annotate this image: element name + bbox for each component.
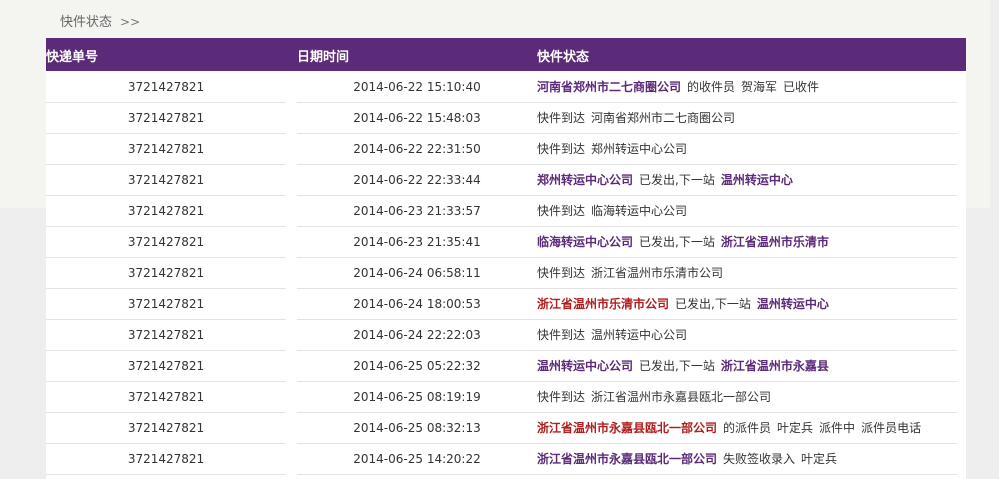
- event-datetime: 2014-06-22 22:31:50: [297, 134, 537, 165]
- event-status: 郑州转运中心公司 已发出,下一站 温州转运中心: [537, 165, 957, 196]
- event-datetime: 2014-06-25 08:19:19: [297, 382, 537, 413]
- status-text: 浙江省温州市永嘉县瓯北一部公司: [591, 390, 772, 404]
- status-text: 的收件员: [687, 80, 736, 94]
- status-location: 温州转运中心: [720, 173, 793, 187]
- event-status: 快件到达 温州转运中心公司: [537, 320, 957, 351]
- event-status: 快件到达 临海转运中心公司: [537, 196, 957, 227]
- status-text: 叶定兵: [801, 452, 838, 466]
- table-row: 3721427821 2014-06-22 15:10:40 河南省郑州市二七商圈公…: [46, 72, 966, 103]
- header-datetime: 日期时间: [297, 50, 350, 65]
- status-location: 浙江省温州市永嘉县: [720, 359, 829, 373]
- tracking-number: 3721427821: [46, 382, 286, 413]
- tracking-number: 3721427821: [46, 289, 286, 320]
- tracking-number: 3721427821: [46, 351, 286, 382]
- event-status: 浙江省温州市永嘉县瓯北一部公司 的派件员 叶定兵 派件中 派件员电话: [537, 413, 957, 444]
- table-row: 3721427821 2014-06-22 22:31:50 快件到达 郑州转运中心公…: [46, 134, 966, 165]
- status-text: 已收件: [783, 80, 820, 94]
- status-text: 派件员电话: [861, 421, 922, 435]
- tracking-number: 3721427821: [46, 196, 286, 227]
- header-status: 快件状态: [537, 50, 590, 65]
- event-datetime: 2014-06-23 21:33:57: [297, 196, 537, 227]
- table-row: 3721427821 2014-06-25 05:22:32 温州转运中心公司 已发出…: [46, 351, 966, 382]
- tracking-number: 3721427821: [46, 258, 286, 289]
- event-datetime: 2014-06-23 21:35:41: [297, 227, 537, 258]
- status-text: 派件中: [819, 421, 856, 435]
- table-row: 3721427821 2014-06-22 15:48:03 快件到达 河南省郑州市二…: [46, 103, 966, 134]
- tracking-number: 3721427821: [46, 320, 286, 351]
- status-location: 临海转运中心公司: [537, 235, 634, 249]
- status-text: 快件到达: [537, 390, 586, 404]
- status-location: 温州转运中心: [756, 297, 829, 311]
- event-status: 河南省郑州市二七商圈公司 的收件员 贺海军 已收件: [537, 72, 957, 103]
- table-row: 3721427821 2014-06-22 22:33:44 郑州转运中心公司 已发出…: [46, 165, 966, 196]
- table-row: 3721427821 2014-06-23 21:35:41 临海转运中心公司 已发出…: [46, 227, 966, 258]
- event-status: 浙江省温州市乐清市公司 已发出,下一站 温州转运中心: [537, 289, 957, 320]
- status-text: 的派件员: [723, 421, 772, 435]
- event-datetime: 2014-06-22 22:33:44: [297, 165, 537, 196]
- status-text: 快件到达: [537, 204, 586, 218]
- status-text: 快件到达: [537, 266, 586, 280]
- event-datetime: 2014-06-25 05:22:32: [297, 351, 537, 382]
- event-status: 浙江省温州市永嘉县瓯北一部公司 失败签收录入 叶定兵: [537, 444, 957, 475]
- status-text: 河南省郑州市二七商圈公司: [591, 111, 736, 125]
- status-text: 温州转运中心公司: [591, 328, 688, 342]
- event-datetime: 2014-06-24 06:58:11: [297, 258, 537, 289]
- status-location: 浙江省温州市永嘉县瓯北一部公司: [537, 452, 718, 466]
- tracking-number: 3721427821: [46, 72, 286, 103]
- status-location: 郑州转运中心公司: [537, 173, 634, 187]
- status-text: 已发出,下一站: [675, 297, 751, 311]
- status-text: 贺海军: [741, 80, 778, 94]
- status-location: 温州转运中心公司: [537, 359, 634, 373]
- tracking-number: 3721427821: [46, 227, 286, 258]
- event-datetime: 2014-06-22 15:10:40: [297, 72, 537, 103]
- event-datetime: 2014-06-24 18:00:53: [297, 289, 537, 320]
- event-status: 温州转运中心公司 已发出,下一站 浙江省温州市永嘉县: [537, 351, 957, 382]
- event-datetime: 2014-06-25 14:20:22: [297, 444, 537, 475]
- table-row: 3721427821 2014-06-24 06:58:11 快件到达 浙江省温州市乐…: [46, 258, 966, 289]
- event-status: 临海转运中心公司 已发出,下一站 浙江省温州市乐清市: [537, 227, 957, 258]
- breadcrumb-title: 快件状态: [60, 15, 113, 30]
- table-row: 3721427821 2014-06-23 21:33:57 快件到达 临海转运中心公…: [46, 196, 966, 227]
- status-text: 临海转运中心公司: [591, 204, 688, 218]
- status-text: 已发出,下一站: [639, 173, 715, 187]
- status-location: 浙江省温州市乐清市: [720, 235, 829, 249]
- table-row: 3721427821 2014-06-25 08:32:13 浙江省温州市永嘉县瓯北…: [46, 413, 966, 444]
- table-row: 3721427821 2014-06-25 08:19:19 快件到达 浙江省温州市永…: [46, 382, 966, 413]
- event-status: 快件到达 浙江省温州市永嘉县瓯北一部公司: [537, 382, 957, 413]
- status-text: 快件到达: [537, 111, 586, 125]
- tracking-number: 3721427821: [46, 134, 286, 165]
- breadcrumb: 快件状态 >>: [60, 11, 140, 30]
- status-text: 已发出,下一站: [639, 235, 715, 249]
- status-location: 浙江省温州市乐清市公司: [537, 297, 670, 311]
- table-row: 3721427821 2014-06-25 14:20:22 浙江省温州市永嘉县瓯北…: [46, 444, 966, 475]
- table-row: 3721427821 2014-06-24 22:22:03 快件到达 温州转运中心公…: [46, 320, 966, 351]
- status-text: 失败签收录入: [723, 452, 796, 466]
- event-status: 快件到达 河南省郑州市二七商圈公司: [537, 103, 957, 134]
- status-text: 郑州转运中心公司: [591, 142, 688, 156]
- status-location: 浙江省温州市永嘉县瓯北一部公司: [537, 421, 718, 435]
- status-location: 河南省郑州市二七商圈公司: [537, 80, 682, 94]
- table-header: 快递单号 日期时间 快件状态: [46, 38, 966, 71]
- breadcrumb-separator: >>: [120, 15, 141, 29]
- tracking-number: 3721427821: [46, 103, 286, 134]
- tracking-table: 快递单号 日期时间 快件状态 3721427821 2014-06-22 15:1…: [46, 38, 966, 479]
- event-datetime: 2014-06-24 22:22:03: [297, 320, 537, 351]
- tracking-number: 3721427821: [46, 165, 286, 196]
- tracking-number: 3721427821: [46, 444, 286, 475]
- status-text: 浙江省温州市乐清市公司: [591, 266, 724, 280]
- status-text: 快件到达: [537, 142, 586, 156]
- table-row: 3721427821 2014-06-24 18:00:53 浙江省温州市乐清市公司…: [46, 289, 966, 320]
- status-text: 快件到达: [537, 328, 586, 342]
- event-status: 快件到达 郑州转运中心公司: [537, 134, 957, 165]
- tracking-number: 3721427821: [46, 413, 286, 444]
- event-status: 快件到达 浙江省温州市乐清市公司: [537, 258, 957, 289]
- header-number: 快递单号: [46, 50, 99, 65]
- status-text: 已发出,下一站: [639, 359, 715, 373]
- status-text: 叶定兵: [777, 421, 814, 435]
- event-datetime: 2014-06-22 15:48:03: [297, 103, 537, 134]
- event-datetime: 2014-06-25 08:32:13: [297, 413, 537, 444]
